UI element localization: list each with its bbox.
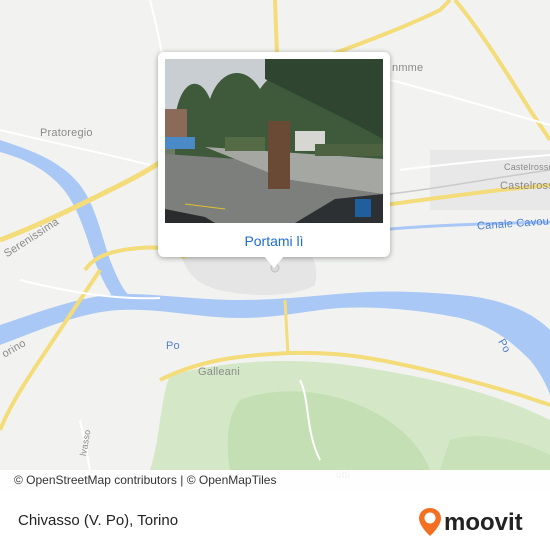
label-castelrosso-small: Castelrosso — [504, 162, 550, 172]
river-branch — [0, 140, 135, 306]
location-popup: Portami lì — [158, 52, 390, 268]
road-north-right — [329, 0, 452, 57]
osm-attribution-link[interactable]: © OpenStreetMap contributors — [14, 473, 177, 487]
label-po-left: Po — [166, 340, 180, 352]
map-attribution: © OpenStreetMap contributors | © OpenMap… — [0, 470, 550, 490]
popup-pointer — [264, 256, 284, 268]
take-me-there-button[interactable]: Portami lì — [158, 228, 390, 254]
omt-attribution-link[interactable]: © OpenMapTiles — [187, 473, 277, 487]
label-galleani: Galleani — [198, 366, 240, 378]
moovit-wordmark: moovit — [444, 509, 523, 536]
label-nmme: nmme — [392, 62, 424, 74]
map-canvas[interactable]: Pratoregio Serenissima Castelrosso Caste… — [0, 0, 550, 490]
road-north — [273, 0, 279, 56]
moovit-logo-graphic: moovit — [419, 508, 523, 536]
road-north-right-2 — [453, 0, 550, 142]
minor-road-4 — [149, 0, 163, 56]
label-pratoregio: Pratoregio — [40, 127, 93, 139]
street-photo-image — [165, 59, 383, 223]
moovit-logo[interactable]: moovit — [418, 506, 536, 538]
street-photo — [165, 59, 383, 223]
attribution-separator: | — [176, 473, 187, 487]
label-castelrosso: Castelross — [500, 180, 550, 192]
stop-title: Chivasso (V. Po), Torino — [18, 512, 179, 529]
